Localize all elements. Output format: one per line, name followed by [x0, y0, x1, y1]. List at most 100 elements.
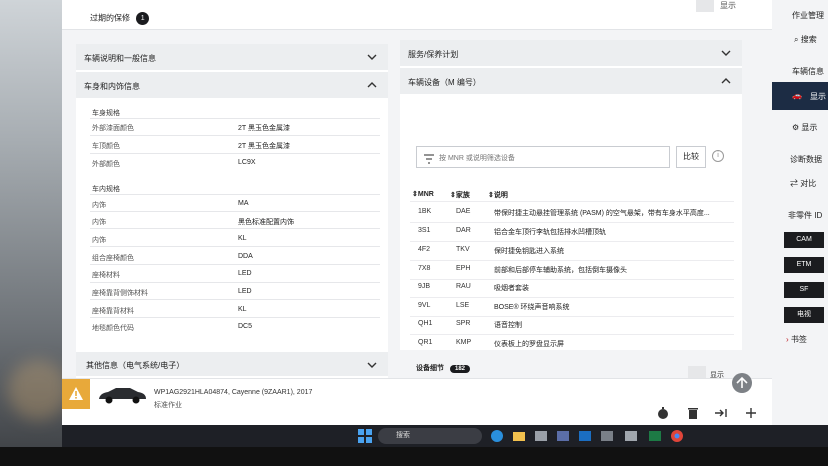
scroll-top-button[interactable]	[732, 373, 752, 393]
row-value: LC9X	[238, 159, 256, 166]
sidebar-label: 搜索	[800, 35, 817, 44]
cell-mnr: 4F2	[418, 246, 431, 253]
show-label-top[interactable]: 显示	[720, 0, 736, 11]
sidebar-item-bookmark[interactable]: › 书签	[786, 334, 807, 345]
car-thumbnail	[96, 385, 148, 405]
expired-maintenance[interactable]: 过期的保修 1	[90, 12, 150, 25]
sf-button[interactable]: SF	[784, 282, 824, 298]
warning-icon[interactable]	[62, 379, 90, 409]
expired-count-badge: 1	[136, 12, 150, 25]
cell-desc: 吸烟者套装	[494, 285, 529, 292]
os-taskbar: 搜索	[62, 425, 828, 447]
etm-button[interactable]: ETM	[784, 257, 824, 273]
cell-desc: 前部和后部停车辅助系统，包括倒车摄像头	[494, 267, 627, 274]
table-row[interactable]: 3S1 DAR 铝合金车顶行李轨包括排水凹槽顶轨	[410, 223, 734, 241]
table-row[interactable]: QR1 KMP 仪表板上的罗盘显示屏	[410, 335, 734, 353]
work-manage-heading: 作业管理	[792, 11, 824, 20]
divider	[90, 228, 380, 229]
cell-family: DAR	[456, 227, 471, 234]
trash-icon[interactable]	[686, 406, 700, 420]
sidebar-label: 显示	[810, 92, 826, 101]
table-row[interactable]: 1BK DAE 带保时捷主动悬挂管理系统 (PASM) 的空气悬架，带有车身水平…	[410, 204, 734, 222]
row-value: KL	[238, 235, 247, 242]
transfer-icon[interactable]	[714, 406, 728, 420]
accordion-title: 其他信息（电气系统/电子）	[86, 361, 185, 370]
sidebar-item-show-2[interactable]: ⚙ 显示	[792, 122, 817, 133]
cell-family: TKV	[456, 246, 470, 253]
divider	[90, 135, 380, 136]
table-row[interactable]: 9VL LSE BOSE® 环绕声音响系统	[410, 298, 734, 316]
windows-start-icon[interactable]	[358, 429, 372, 443]
accordion-title: 车身和内饰信息	[84, 82, 140, 91]
row-label: 内饰	[92, 219, 106, 226]
divider	[90, 153, 380, 154]
taskbar-search[interactable]: 搜索	[378, 428, 482, 444]
row-value: 2T 黑玉色金属漆	[238, 125, 290, 132]
task-label: 标准作业	[154, 402, 182, 409]
sidebar-item-search[interactable]: ⌕ 搜索	[794, 34, 817, 45]
col-label: 说明	[493, 192, 508, 199]
divider	[90, 264, 380, 265]
chevron-down-icon	[366, 51, 378, 63]
reflection-glow	[8, 360, 68, 420]
col-label: 家族	[455, 192, 470, 199]
cell-family: LSE	[456, 302, 470, 309]
compare-button[interactable]: 比较	[676, 146, 706, 168]
sidebar-item-show-vehicle[interactable]: 🚗 显示	[772, 82, 828, 110]
equipment-detail[interactable]: 设备细节 182	[416, 363, 471, 373]
accordion-vehicle-general[interactable]: 车辆说明和一般信息	[76, 44, 388, 70]
table-row[interactable]: QH1 SPR 语音控制	[410, 316, 734, 334]
mnr-filter-input[interactable]	[439, 149, 667, 167]
edge-icon[interactable]	[490, 429, 504, 443]
circuit-button[interactable]: 电视	[784, 307, 824, 323]
col-header-family[interactable]: ⇕家族	[450, 190, 470, 200]
accordion-vehicle-equipment[interactable]: 车辆设备（M 编号）	[400, 68, 742, 94]
accordion-title: 车辆设备（M 编号）	[408, 78, 481, 87]
car-settings-icon: ⚙	[792, 123, 800, 132]
diagnostic-heading: 诊断数据	[790, 155, 822, 164]
table-row[interactable]: 4F2 TKV 保时捷免钥匙进入系统	[410, 242, 734, 260]
excel-icon[interactable]	[648, 429, 662, 443]
show-toggle-top[interactable]	[696, 0, 714, 12]
chrome-icon[interactable]	[670, 429, 684, 443]
sidebar-item-compare[interactable]: ⇄ 对比	[790, 178, 816, 189]
outlook-icon[interactable]	[578, 429, 592, 443]
divider	[90, 299, 380, 300]
cam-button[interactable]: CAM	[784, 232, 824, 248]
row-label: 内饰	[92, 202, 106, 209]
accordion-body-interior[interactable]: 车身和内饰信息	[76, 72, 388, 98]
accordion-title: 车辆说明和一般信息	[84, 54, 156, 63]
app-icon[interactable]	[556, 429, 570, 443]
accordion-other-info[interactable]: 其他信息（电气系统/电子）	[76, 352, 388, 376]
right-sidebar: 作业管理 ⌕ 搜索 车辆信息 🚗 显示 ⚙ 显示 诊断数据 ⇄ 对比 非零件 I…	[772, 0, 828, 425]
col-header-mnr[interactable]: ⇕MNR	[412, 190, 434, 198]
expired-label: 过期的保修	[90, 13, 130, 23]
cell-mnr: 1BK	[418, 208, 432, 215]
plus-icon[interactable]	[744, 406, 758, 420]
accordion-service-plan[interactable]: 服务/保养计划	[400, 40, 742, 66]
chevron-right-icon: ›	[786, 335, 789, 344]
timer-icon[interactable]	[656, 406, 670, 420]
table-row[interactable]: 9JB RAU 吸烟者套装	[410, 279, 734, 297]
photo-frame: 过期的保修 1 显示 车辆说明和一般信息 车身和内饰信息 车身规格 外部漆面颜色…	[0, 0, 828, 466]
divider	[410, 201, 734, 202]
row-label: 座椅靠背材料	[92, 308, 134, 315]
app-icon[interactable]	[624, 429, 638, 443]
chevron-down-icon	[366, 359, 378, 371]
folder-icon[interactable]	[512, 429, 526, 443]
row-label: 外部颜色	[92, 161, 120, 168]
app-icon[interactable]	[534, 429, 548, 443]
app-icon[interactable]	[600, 429, 614, 443]
info-icon[interactable]: i	[712, 150, 724, 162]
cell-desc: BOSE® 环绕声音响系统	[494, 304, 570, 311]
row-value: MA	[238, 200, 249, 207]
detail-label: 设备细节	[416, 365, 444, 372]
table-row[interactable]: 7X8 EPH 前部和后部停车辅助系统，包括倒车摄像头	[410, 261, 734, 279]
cell-mnr: 9JB	[418, 283, 431, 290]
col-label: MNR	[417, 191, 434, 198]
chevron-up-icon	[366, 79, 378, 91]
search-icon: ⌕	[794, 35, 799, 44]
top-strip: 过期的保修 1 显示	[62, 0, 772, 30]
row-value: 黑色标准配置内饰	[238, 219, 294, 226]
col-header-desc[interactable]: ⇕说明	[488, 190, 508, 200]
